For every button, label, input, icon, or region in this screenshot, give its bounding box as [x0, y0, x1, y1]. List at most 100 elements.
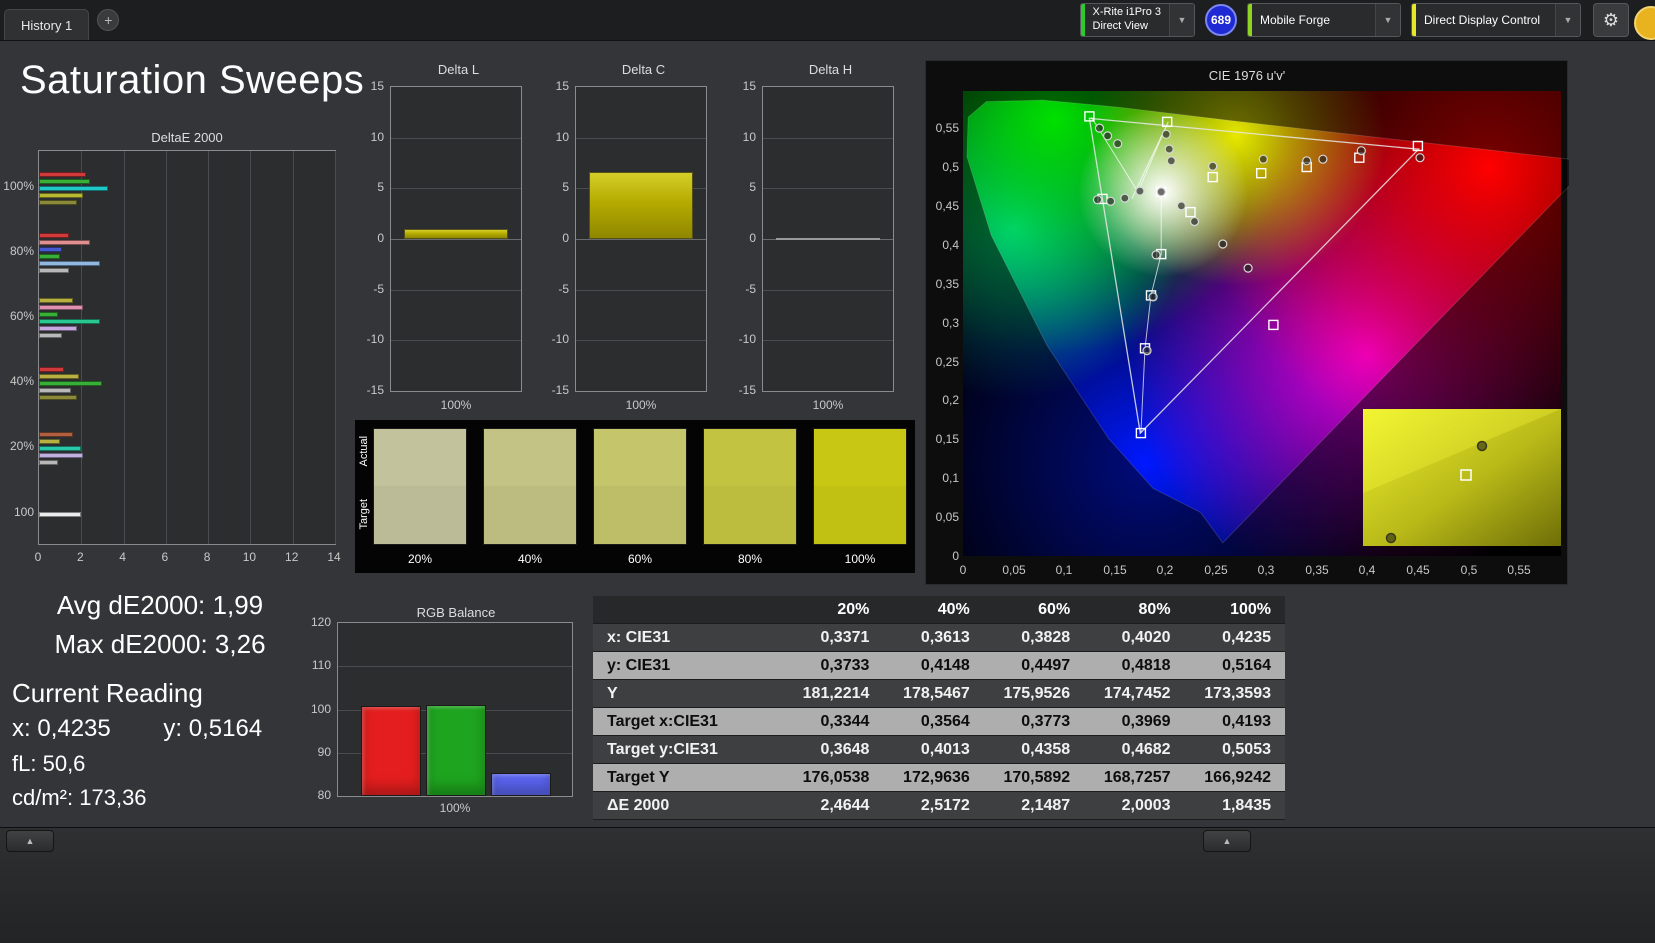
de-bar [39, 333, 63, 338]
delta-h-chart: Delta H 15 10 5 0 -5 -10 -15 100% [724, 62, 899, 422]
measured-marker [1243, 263, 1253, 273]
measured-marker [1106, 196, 1116, 206]
cie-inset-zoom [1363, 409, 1561, 546]
avg-de2000: Avg dE2000: 1,99 [56, 590, 264, 620]
de-bar [39, 394, 78, 400]
svg-text:0: 0 [960, 563, 967, 577]
y-axis-label: 80% [9, 244, 34, 258]
gridline [763, 340, 893, 342]
display-control-dropdown[interactable]: Direct Display Control ▼ [1411, 3, 1581, 37]
de-bar [39, 247, 63, 252]
meter-count-badge[interactable]: 689 [1205, 4, 1237, 36]
y-axis-label: -10 [738, 332, 756, 347]
de-bar [39, 445, 82, 451]
y-axis-label: -10 [366, 332, 384, 347]
y-axis-label: 100 [310, 701, 331, 716]
y-axis-label: 20% [9, 439, 34, 453]
chevron-up-icon[interactable]: ▲ [1203, 830, 1251, 852]
gridline [391, 188, 521, 190]
measured-marker [1164, 144, 1174, 154]
de-bar [39, 254, 61, 259]
delta-c-chart: Delta C 15 10 5 0 -5 -10 -15 100% [537, 62, 712, 422]
gridline [208, 151, 210, 544]
chevron-down-icon[interactable]: ▼ [1169, 4, 1194, 36]
column-header: 60% [983, 596, 1085, 624]
add-tab-button[interactable]: + [97, 9, 120, 31]
cell-value: 0,4497 [983, 651, 1085, 680]
cell-value: 174,7452 [1084, 679, 1185, 708]
cell-value: 166,9242 [1184, 763, 1285, 792]
gridline [576, 239, 706, 240]
chevron-up-icon[interactable]: ▲ [6, 830, 54, 852]
chevron-down-icon[interactable]: ▼ [1375, 4, 1400, 36]
chevron-down-icon[interactable]: ▼ [1555, 4, 1580, 36]
y-axis-label: 10 [555, 129, 569, 144]
y-axis-label: -5 [558, 281, 569, 296]
deltae2000-chart: DeltaE 2000 100% 80% 60% 40% 20% 100 0 2 4 6 8 10 1… [0, 130, 340, 570]
measured-marker [1415, 153, 1425, 163]
source-name: Mobile Forge [1260, 12, 1331, 27]
svg-text:0,15: 0,15 [936, 432, 960, 446]
green-bar [426, 705, 486, 796]
source-dropdown[interactable]: Mobile Forge ▼ [1247, 3, 1401, 37]
de-bar [39, 233, 69, 238]
swatch-label: 100% [844, 552, 876, 566]
tab-history-1[interactable]: History 1 [4, 9, 90, 40]
gridline [335, 151, 336, 544]
de-bar [39, 185, 108, 191]
cell-value: 0,3969 [1084, 707, 1185, 736]
cell-value: 0,3371 [783, 623, 884, 652]
svg-text:0,1: 0,1 [942, 471, 959, 485]
gear-icon[interactable]: ⚙ [1593, 3, 1629, 37]
deltae2000-plot [38, 150, 336, 545]
status-circle-partial [1634, 6, 1655, 40]
y-axis-label: 110 [311, 658, 331, 673]
delta-c-plot [575, 86, 707, 392]
rgb-balance-plot [337, 622, 573, 797]
delta-c-title: Delta C [621, 62, 666, 77]
x-axis-label: 2 [76, 550, 84, 564]
svg-text:0,3: 0,3 [1258, 563, 1275, 577]
y-axis-label: -15 [738, 383, 756, 397]
measured-marker [1103, 131, 1113, 141]
delta-h-title: Delta H [808, 62, 853, 77]
gridline [763, 188, 893, 190]
svg-text:0,25: 0,25 [936, 355, 960, 369]
svg-text:0,1: 0,1 [1056, 563, 1073, 577]
cell-value: 178,5467 [883, 679, 984, 708]
measured-marker [1356, 146, 1366, 156]
de-bar [39, 326, 78, 331]
column-header: 20% [783, 596, 884, 624]
actual-target-swatch-strip: Actual Target 20% 40% 60% 80% 100% [355, 420, 915, 573]
cell-value: 0,3344 [783, 707, 884, 736]
cell-value: 172,9636 [883, 763, 984, 792]
y-axis-label: -5 [745, 281, 756, 296]
gridline [576, 137, 706, 139]
cell-value: 2,1487 [983, 791, 1085, 820]
x-axis-label: 100% [625, 398, 657, 412]
delta-l-title: Delta L [437, 62, 480, 77]
swatch-80% [703, 428, 797, 545]
swatch-20% [373, 428, 467, 545]
svg-text:0,4: 0,4 [942, 238, 959, 252]
row-label: Target Y [593, 763, 783, 792]
measured-marker [1318, 154, 1328, 164]
meter-dropdown[interactable]: X-Rite i1Pro 3 Direct View ▼ [1079, 3, 1195, 37]
cie-1976-plot: 00 0,05 0,05 0,1 0,1 0,15 0,15 0,2 0,2 0,25 0,25 0,… [936, 68, 1594, 577]
table-row: ΔE 2000 2,4644 2,5172 2,1487 2,0003 1,8435 [593, 791, 1285, 820]
gridline [81, 151, 83, 544]
x-axis-label: 12 [285, 550, 299, 564]
svg-text:0,35: 0,35 [1305, 563, 1329, 577]
y-axis-label: 15 [742, 79, 756, 93]
x-axis-label: 0 [34, 550, 42, 564]
cell-value: 1,8435 [1184, 791, 1285, 820]
cell-value: 173,3593 [1184, 679, 1285, 708]
row-label: Target y:CIE31 [593, 735, 783, 764]
row-label: y: CIE31 [593, 651, 783, 680]
row-label: x: CIE31 [593, 623, 783, 652]
cell-value: 0,4818 [1084, 651, 1185, 680]
gridline [763, 137, 893, 139]
current-cdm2: cd/m²: 173,36 [12, 785, 147, 810]
de-bar [39, 192, 84, 198]
measured-marker [1208, 161, 1218, 171]
